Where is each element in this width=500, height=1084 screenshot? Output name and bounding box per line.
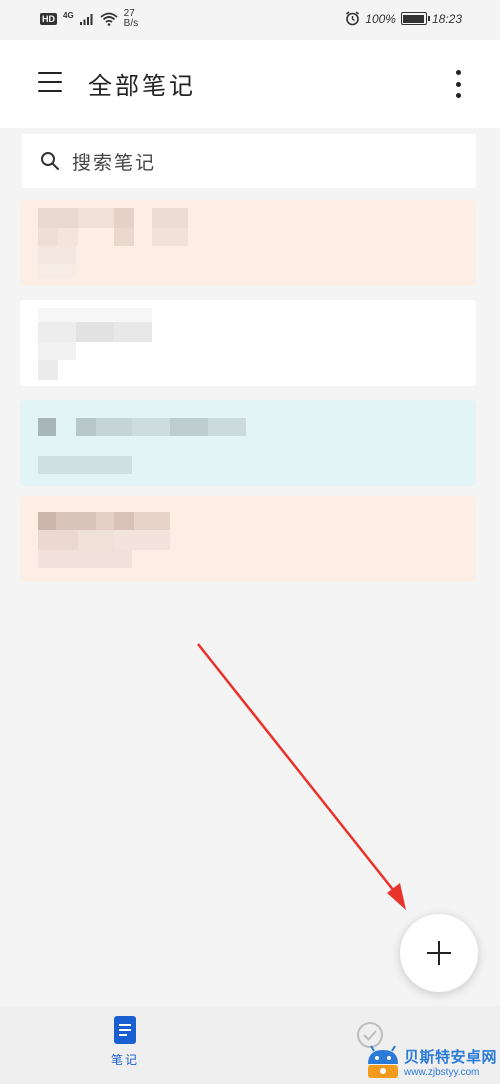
watermark-title: 贝斯特安卓网 bbox=[404, 1048, 498, 1066]
hd-badge: HD bbox=[40, 13, 57, 25]
note-card[interactable] bbox=[20, 200, 476, 286]
blurred-text bbox=[38, 246, 76, 264]
status-bar: HD 4G 27 B/s 100% 18:23 bbox=[0, 0, 500, 40]
hamburger-menu-icon[interactable] bbox=[38, 72, 62, 92]
blurred-text bbox=[38, 530, 78, 550]
speed-unit: B/s bbox=[123, 18, 139, 29]
clock: 18:23 bbox=[431, 11, 462, 26]
blurred-text bbox=[38, 342, 76, 360]
blurred-text bbox=[38, 512, 56, 530]
blurred-text bbox=[96, 512, 114, 530]
blurred-text bbox=[152, 208, 188, 228]
blurred-text bbox=[76, 322, 114, 342]
page-title: 全部笔记 bbox=[88, 72, 196, 100]
tab-notes[interactable]: 笔记 bbox=[90, 1016, 160, 1080]
watermark-text: 贝斯特安卓网 www.zjbstyy.com bbox=[404, 1046, 497, 1078]
blurred-text bbox=[38, 264, 76, 278]
blurred-text bbox=[38, 360, 58, 380]
blurred-text bbox=[38, 456, 132, 474]
status-left: HD 4G 27 B/s bbox=[40, 9, 138, 29]
signal-icon bbox=[79, 14, 93, 25]
network-type: 4G bbox=[63, 10, 74, 20]
document-icon bbox=[114, 1016, 136, 1044]
search-placeholder: 搜索笔记 bbox=[72, 151, 157, 174]
add-note-button[interactable] bbox=[400, 914, 478, 992]
blurred-text bbox=[114, 228, 134, 246]
blurred-text bbox=[38, 418, 56, 436]
blurred-text bbox=[132, 418, 170, 436]
blurred-text bbox=[134, 512, 170, 530]
blurred-text bbox=[58, 228, 78, 246]
blurred-text bbox=[114, 512, 134, 530]
note-card[interactable] bbox=[20, 300, 476, 386]
note-card[interactable] bbox=[20, 400, 476, 486]
blurred-text bbox=[114, 208, 134, 228]
blurred-text bbox=[56, 512, 96, 530]
blurred-text bbox=[38, 308, 152, 322]
watermark-url: www.zjbstyy.com bbox=[404, 1067, 480, 1078]
wifi-icon bbox=[100, 12, 118, 26]
blurred-text bbox=[96, 418, 132, 436]
blurred-text bbox=[38, 550, 132, 568]
android-logo-icon bbox=[368, 1045, 398, 1078]
blurred-text bbox=[38, 208, 78, 228]
battery-percent: 100% bbox=[365, 11, 396, 26]
more-vertical-icon[interactable] bbox=[446, 68, 470, 100]
blurred-text bbox=[114, 322, 152, 342]
app-bar: 全部笔记 bbox=[0, 40, 500, 128]
blurred-text bbox=[208, 418, 246, 436]
plus-icon bbox=[427, 941, 451, 965]
alarm-icon bbox=[346, 11, 360, 26]
search-input[interactable]: 搜索笔记 bbox=[22, 134, 476, 188]
battery-fill bbox=[403, 14, 425, 23]
tab-notes-label: 笔记 bbox=[110, 1053, 139, 1067]
note-card[interactable] bbox=[20, 496, 476, 582]
blurred-text bbox=[152, 228, 188, 246]
site-watermark: 贝斯特安卓网 www.zjbstyy.com bbox=[364, 1040, 500, 1084]
blurred-text bbox=[78, 530, 114, 550]
network-speed: 27 B/s bbox=[124, 9, 138, 29]
search-icon bbox=[41, 152, 59, 170]
status-right: 100% 18:23 bbox=[345, 11, 462, 26]
blurred-text bbox=[78, 208, 114, 228]
battery-icon bbox=[400, 12, 430, 25]
blurred-text bbox=[38, 228, 58, 246]
blurred-text bbox=[170, 418, 208, 436]
blurred-text bbox=[38, 322, 76, 342]
blurred-text bbox=[76, 418, 96, 436]
blurred-text bbox=[114, 530, 170, 550]
